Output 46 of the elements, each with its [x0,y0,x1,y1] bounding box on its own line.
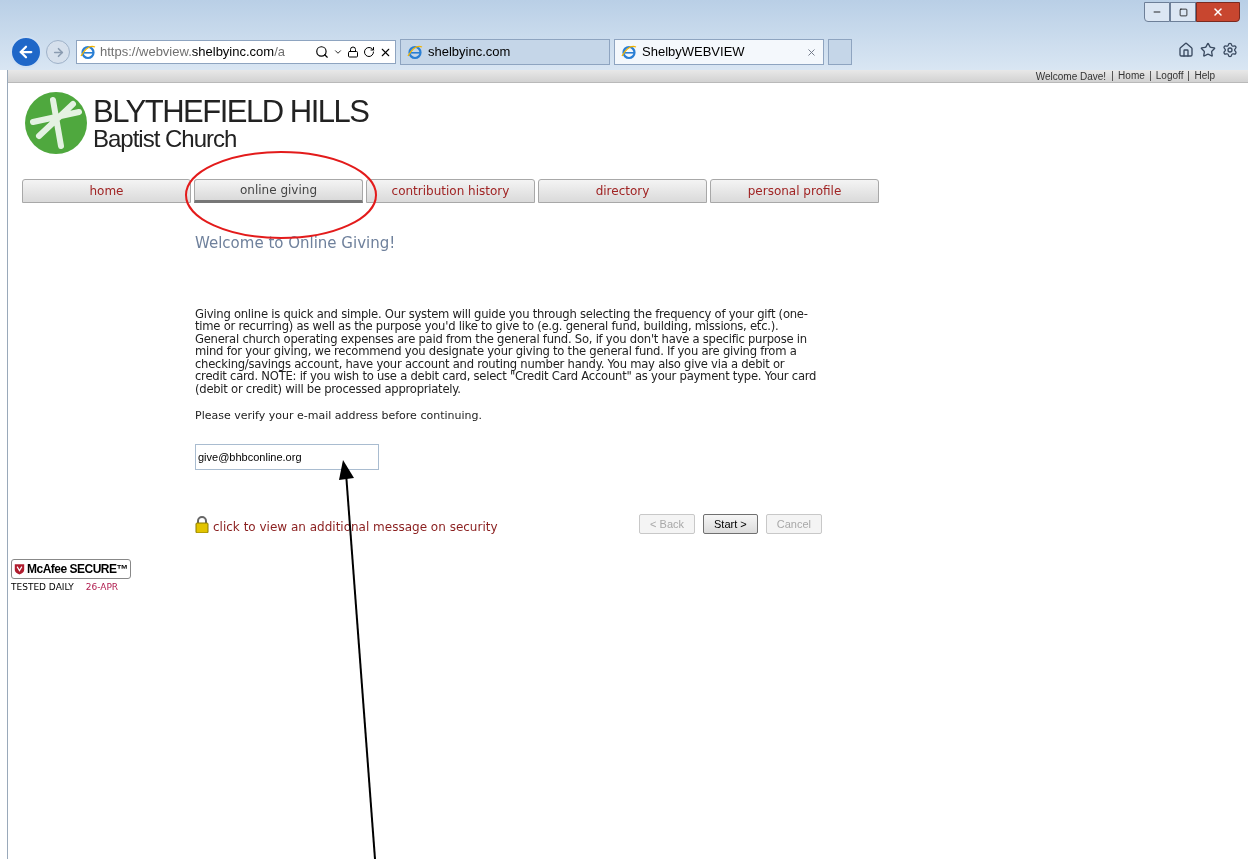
nav-tab[interactable]: personal profile [710,179,879,203]
top-link[interactable]: Help [1188,71,1220,81]
search-icon[interactable] [315,45,329,59]
address-bar[interactable]: https://webview.shelbyinc.com/a [76,40,396,64]
padlock-icon [195,516,209,534]
top-link[interactable]: Home [1112,71,1150,81]
browser-tab[interactable]: ShelbyWEBVIEW [614,39,824,65]
favorites-icon[interactable] [1200,42,1216,58]
badge-date: 26-APR [85,581,119,595]
refresh-icon[interactable] [363,46,375,58]
browser-logo-icon [621,44,637,60]
maximize-button[interactable] [1170,2,1196,22]
top-link[interactable]: Logoff [1149,71,1189,81]
logo-icon [25,92,87,154]
browser-logo-icon [80,44,96,60]
email-field[interactable]: give@bhbconline.org [195,444,379,471]
close-button[interactable] [1196,2,1240,22]
browser-logo-icon [407,44,423,60]
nav-tab[interactable]: contribution history [366,179,535,203]
minimize-button[interactable] [1144,2,1170,22]
badge-tested: TESTED DAILY [11,581,74,595]
dropdown-icon[interactable] [333,47,343,57]
tab-close-icon[interactable] [806,46,817,58]
back-button[interactable] [10,36,42,68]
tab-title: shelbyinc.com [428,43,511,62]
intro-paragraph: Giving online is quick and simple. Our system will guide you through selecting the frequency of your gift (one-time or recurring) as well as the purpose you'd like to give to (e.g. general fund, building, missions, etc.). General church operating expenses are paid from the general fund. So, if you don't have a specific purpose in mind for your giving, we recommend you designate your giving to the general fund. If you are giving from a checking/savings account, have your account and routing number handy. You may also give via a debit or credit card. NOTE: if you wish to use a debit card, select "Credit Card Account" as your payment type. Your card (debit or credit) will be processed appropriately. [195,307,818,396]
page-heading: Welcome to Online Giving! [195,233,397,254]
nav-tab[interactable]: directory [538,179,707,203]
url-text: https://webview.shelbyinc.com/a [100,43,285,62]
shield-icon [14,562,25,577]
settings-icon[interactable] [1222,42,1238,58]
logo-subtitle: Baptist Church [93,126,238,151]
maximize-icon [1178,7,1188,17]
home-icon[interactable] [1178,42,1194,58]
forward-arrow-icon [51,45,65,59]
badge-brand: McAfee SECURE™ [26,561,128,579]
verify-prompt: Please verify your e-mail address before continuing. [195,407,483,424]
form-button[interactable]: Start > [703,514,758,535]
logo-title: BLYTHEFIELD HILLS [93,95,369,127]
nav-tab[interactable]: home [22,179,191,203]
nav-tab[interactable]: online giving [194,179,363,203]
close-icon [1212,6,1224,18]
tab-title: ShelbyWEBVIEW [642,43,745,62]
browser-tab[interactable]: shelbyinc.com [400,39,610,65]
welcome-text: Welcome Dave! [1035,69,1108,84]
lock-icon [347,46,359,58]
